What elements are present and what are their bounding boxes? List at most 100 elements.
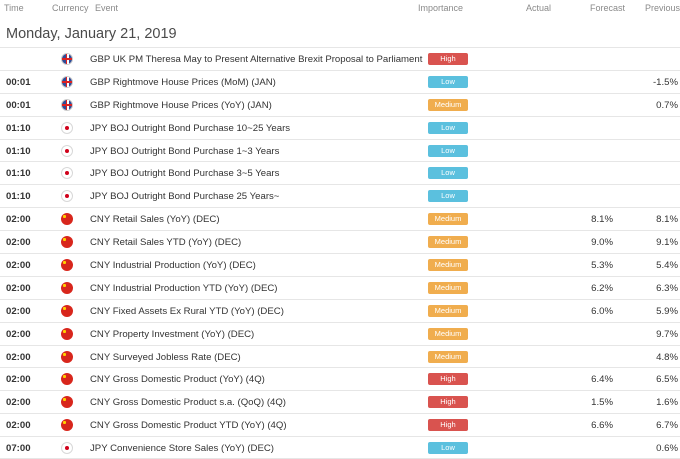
importance-badge: High <box>428 53 468 65</box>
event-time: 02:00 <box>6 374 31 386</box>
event-row[interactable]: 02:00 CNY Fixed Assets Ex Rural YTD (YoY)… <box>0 298 680 322</box>
event-row[interactable]: 02:00 CNY Gross Domestic Product s.a. (Qo… <box>0 390 680 413</box>
previous-value: 4.8% <box>656 351 678 363</box>
forecast-value: 6.0% <box>591 305 613 317</box>
importance-badge: Medium <box>428 259 468 272</box>
header-importance[interactable]: Importance <box>418 3 463 13</box>
table-header: Time Currency Event Importance Actual Fo… <box>0 0 680 15</box>
event-title[interactable]: CNY Retail Sales (YoY) (DEC) <box>90 214 220 225</box>
event-title[interactable]: CNY Gross Domestic Product YTD (YoY) (4Q… <box>90 420 287 431</box>
china-flag-icon <box>61 259 73 272</box>
event-row[interactable]: 00:01 GBP Rightmove House Prices (MoM) (J… <box>0 69 680 93</box>
importance-badge: Medium <box>428 213 468 226</box>
event-row[interactable]: 02:00 CNY Gross Domestic Product YTD (YoY… <box>0 413 680 436</box>
event-row[interactable]: 07:00 JPY Convenience Store Sales (YoY) (… <box>0 436 680 459</box>
uk-flag-icon <box>61 53 73 65</box>
event-row[interactable]: 02:00 CNY Gross Domestic Product (YoY) (4… <box>0 367 680 390</box>
header-forecast[interactable]: Forecast <box>590 3 625 13</box>
event-row[interactable]: 02:00 CNY Property Investment (YoY) (DEC)… <box>0 321 680 345</box>
header-actual[interactable]: Actual <box>526 3 551 13</box>
event-title[interactable]: CNY Gross Domestic Product (YoY) (4Q) <box>90 374 265 385</box>
previous-value: 0.6% <box>656 443 678 455</box>
forecast-value: 5.3% <box>591 260 613 272</box>
forecast-value: 6.4% <box>591 374 613 386</box>
event-time: 02:00 <box>6 397 31 409</box>
china-flag-icon <box>61 304 73 317</box>
previous-value: 6.7% <box>656 420 678 432</box>
event-time: 07:00 <box>6 443 31 455</box>
event-time: 01:10 <box>6 168 31 180</box>
header-time[interactable]: Time <box>4 3 24 13</box>
china-flag-icon <box>61 419 73 432</box>
event-time: 02:00 <box>6 328 31 340</box>
event-row[interactable]: 01:10 JPY BOJ Outright Bond Purchase 25 Y… <box>0 184 680 207</box>
events-table: GBP UK PM Theresa May to Present Alterna… <box>0 47 680 459</box>
event-row[interactable]: 02:00 CNY Retail Sales (YoY) (DEC) Medium 8… <box>0 207 680 230</box>
event-row[interactable]: 02:00 CNY Industrial Production YTD (YoY)… <box>0 275 680 299</box>
importance-badge: Medium <box>428 281 468 294</box>
uk-flag-icon <box>61 75 73 88</box>
importance-badge: Medium <box>428 304 468 317</box>
event-row[interactable]: 01:10 JPY BOJ Outright Bond Purchase 1~3 … <box>0 138 680 162</box>
previous-value: 9.7% <box>656 328 678 340</box>
importance-badge: Medium <box>428 98 468 111</box>
event-row[interactable]: 01:10 JPY BOJ Outright Bond Purchase 3~5 … <box>0 161 680 184</box>
importance-badge: Low <box>428 144 468 157</box>
forecast-value: 9.0% <box>591 237 613 249</box>
event-title[interactable]: JPY BOJ Outright Bond Purchase 25 Years~ <box>90 191 279 202</box>
event-title[interactable]: GBP Rightmove House Prices (YoY) (JAN) <box>90 100 272 111</box>
japan-flag-icon <box>61 167 73 180</box>
event-time: 02:00 <box>6 305 31 317</box>
event-title[interactable]: CNY Industrial Production YTD (YoY) (DEC… <box>90 283 278 294</box>
event-title[interactable]: JPY BOJ Outright Bond Purchase 3~5 Years <box>90 168 279 179</box>
event-time: 02:00 <box>6 282 31 294</box>
event-title[interactable]: CNY Industrial Production (YoY) (DEC) <box>90 260 256 271</box>
importance-badge: Low <box>428 75 468 88</box>
event-title[interactable]: CNY Retail Sales YTD (YoY) (DEC) <box>90 237 241 248</box>
header-event[interactable]: Event <box>95 3 118 13</box>
event-row[interactable]: 02:00 CNY Retail Sales YTD (YoY) (DEC) Med… <box>0 230 680 253</box>
importance-badge: High <box>428 419 468 432</box>
event-title[interactable]: GBP Rightmove House Prices (MoM) (JAN) <box>90 77 276 88</box>
event-title[interactable]: JPY Convenience Store Sales (YoY) (DEC) <box>90 443 274 454</box>
previous-value: 6.5% <box>656 374 678 386</box>
japan-flag-icon <box>61 121 73 134</box>
event-time: 00:01 <box>6 76 31 88</box>
event-title[interactable]: JPY BOJ Outright Bond Purchase 1~3 Years <box>90 146 279 157</box>
previous-value: 5.4% <box>656 260 678 272</box>
event-row[interactable]: 02:00 CNY Industrial Production (YoY) (DE… <box>0 253 680 276</box>
forecast-value: 6.6% <box>591 420 613 432</box>
importance-badge: Low <box>428 442 468 455</box>
forecast-value: 8.1% <box>591 214 613 226</box>
event-title[interactable]: CNY Gross Domestic Product s.a. (QoQ) (4… <box>90 397 286 408</box>
event-title[interactable]: CNY Surveyed Jobless Rate (DEC) <box>90 352 241 363</box>
event-title[interactable]: CNY Property Investment (YoY) (DEC) <box>90 329 254 340</box>
china-flag-icon <box>61 213 73 226</box>
event-row[interactable]: GBP UK PM Theresa May to Present Alterna… <box>0 47 680 70</box>
japan-flag-icon <box>61 442 73 455</box>
event-time: 02:00 <box>6 237 31 249</box>
event-time: 02:00 <box>6 351 31 363</box>
importance-badge: Medium <box>428 236 468 249</box>
importance-badge: High <box>428 373 468 386</box>
event-time: 02:00 <box>6 260 31 272</box>
header-currency[interactable]: Currency <box>52 3 89 13</box>
importance-badge: Medium <box>428 350 468 363</box>
event-title[interactable]: JPY BOJ Outright Bond Purchase 10~25 Yea… <box>90 123 290 134</box>
event-title[interactable]: CNY Fixed Assets Ex Rural YTD (YoY) (DEC… <box>90 306 284 317</box>
event-row[interactable]: 00:01 GBP Rightmove House Prices (YoY) (J… <box>0 92 680 116</box>
importance-badge: High <box>428 396 468 409</box>
china-flag-icon <box>61 281 73 294</box>
event-row[interactable]: 02:00 CNY Surveyed Jobless Rate (DEC) Medi… <box>0 344 680 368</box>
event-time: 00:01 <box>6 99 31 111</box>
china-flag-icon <box>61 236 73 249</box>
china-flag-icon <box>61 350 73 363</box>
header-previous[interactable]: Previous <box>645 3 680 13</box>
event-time: 01:10 <box>6 145 31 157</box>
importance-badge: Low <box>428 121 468 134</box>
china-flag-icon <box>61 327 73 340</box>
event-title[interactable]: GBP UK PM Theresa May to Present Alterna… <box>90 54 422 65</box>
importance-badge: Medium <box>428 327 468 340</box>
china-flag-icon <box>61 396 73 409</box>
event-row[interactable]: 01:10 JPY BOJ Outright Bond Purchase 10~2… <box>0 115 680 139</box>
